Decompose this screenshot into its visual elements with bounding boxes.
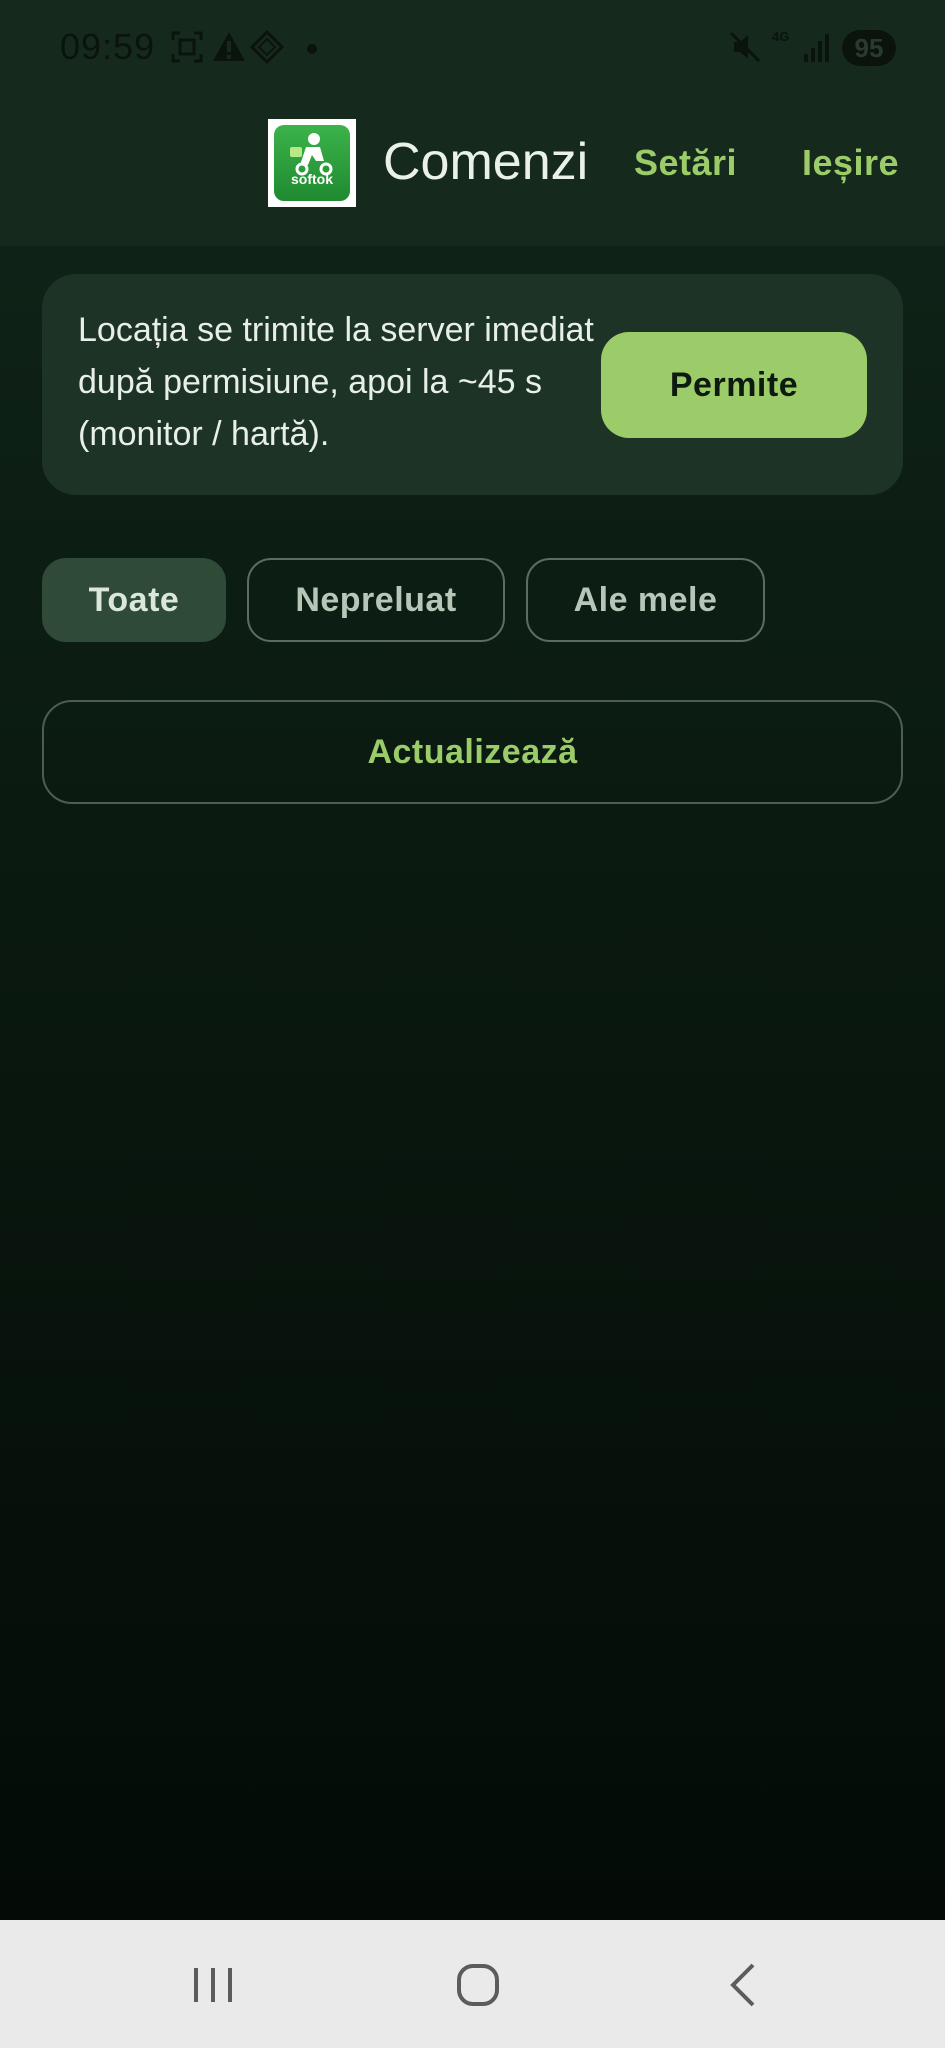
location-message: Locația se trimite la server imediat dup…	[78, 311, 594, 453]
network-type: 4G	[772, 29, 790, 44]
battery-level: 95	[842, 30, 896, 66]
back-icon[interactable]	[698, 1950, 788, 2020]
status-bar: 09:59 4G 95	[0, 0, 945, 96]
app-logo: softok	[268, 119, 356, 207]
courier-icon: softok	[274, 125, 350, 201]
dot-icon	[306, 42, 318, 60]
warning-icon	[212, 30, 246, 69]
mute-icon	[728, 30, 762, 69]
vpn-icon	[249, 29, 285, 69]
filter-chip-mine[interactable]: Ale mele	[526, 558, 765, 642]
signal-icon	[802, 30, 832, 69]
settings-link[interactable]: Setări	[634, 142, 737, 184]
refresh-button[interactable]: Actualizează	[42, 700, 903, 804]
location-permission-banner: Locația se trimite la server imediat dup…	[42, 274, 903, 495]
logout-link[interactable]: Ieșire	[802, 142, 899, 184]
home-icon[interactable]	[433, 1950, 523, 2020]
status-time: 09:59	[60, 26, 156, 67]
screenshot-icon	[170, 30, 204, 69]
system-nav-bar	[0, 1920, 945, 2048]
filter-chip-unassigned[interactable]: Nepreluat	[247, 558, 505, 642]
filter-chip-all[interactable]: Toate	[42, 558, 226, 642]
allow-location-button[interactable]: Permite	[601, 332, 867, 438]
recent-apps-icon[interactable]	[168, 1950, 258, 2020]
app-logo-text: softok	[291, 171, 333, 187]
page-title: Comenzi	[383, 133, 589, 191]
